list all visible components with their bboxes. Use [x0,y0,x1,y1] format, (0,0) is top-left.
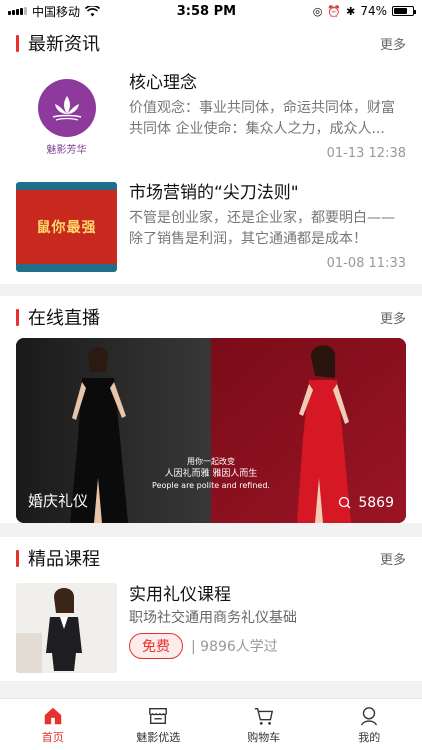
news-item[interactable]: 魅影芳华 核心理念 价值观念：事业共同体，命运共同体，财富共同体 企业使命：集众… [16,64,406,174]
tab-profile[interactable]: 我的 [317,699,422,750]
title-accent-bar [16,308,19,326]
cart-icon [254,707,273,725]
status-left: 中国移动 [8,3,101,20]
caption-line1: 用你一起改变 [187,457,235,466]
section-title: 最新资讯 [16,30,100,56]
battery-icon [391,6,416,16]
tab-label: 购物车 [247,730,281,744]
news-body: 核心理念 价值观念：事业共同体，命运共同体，财富共同体 企业使命：集众人之力，成… [129,72,406,162]
section-title: 在线直播 [16,304,100,330]
courses-header: 精品课程 更多 [16,537,406,579]
battery-percent: 74% [360,4,387,18]
news-section: 最新资讯 更多 魅影芳华 核心理念 价值观念：事业共同体，命运共同体，财富共同体… [0,22,422,284]
title-accent-bar [16,34,19,52]
live-header: 在线直播 更多 [16,296,406,338]
main-scroll[interactable]: 最新资讯 更多 魅影芳华 核心理念 价值观念：事业共同体，命运共同体，财富共同体… [0,22,422,698]
live-viewer-count: 5869 [338,495,394,511]
status-right: ◎ ⏰ ✱ 74% [312,4,416,18]
courses-title: 精品课程 [28,549,100,570]
thumb-logo-text: 魅影芳华 [46,144,87,156]
location-icon: ◎ [312,4,323,18]
news-thumbnail: 鼠你最强 [16,182,117,272]
tab-label: 我的 [358,730,381,744]
news-item[interactable]: 鼠你最强 市场营销的“尖刀法则" 不管是创业家，还是企业家，都要明白——除了销售… [16,174,406,284]
section-title: 精品课程 [16,545,100,571]
learner-count: | 9896人学过 [191,639,278,655]
course-meta: 免费 | 9896人学过 [129,633,406,659]
alarm-icon: ⏰ [327,4,342,18]
news-header: 最新资讯 更多 [16,22,406,64]
courses-more-link[interactable]: 更多 [380,549,406,568]
home-icon [44,707,61,724]
news-more-link[interactable]: 更多 [380,34,406,53]
caption-line3: People are polite and refined. [152,481,270,490]
free-badge: 免费 [129,633,183,659]
business-woman-image [16,583,117,673]
course-body: 实用礼仪课程 职场社交通用商务礼仪基础 免费 | 9896人学过 [129,583,406,673]
course-thumbnail [16,583,117,673]
live-title: 在线直播 [28,308,100,329]
bluetooth-icon: ✱ [346,4,356,18]
news-title: 最新资讯 [28,34,100,55]
thumb-banner-text: 鼠你最强 [36,220,97,236]
viewer-count-value: 5869 [358,495,394,511]
lotus-logo-icon [37,78,96,137]
live-caption: 用你一起改变 人因礼而雅 雅因人而生 People are polite and… [152,456,270,492]
store-icon [149,707,168,724]
caption-line2: 人因礼而雅 雅因人而生 [164,469,258,479]
title-accent-bar [16,549,19,567]
signal-icon [8,7,27,15]
live-label: 婚庆礼仪 [28,492,89,510]
news-thumbnail: 魅影芳华 [16,72,117,162]
tab-bar: 首页 魅影优选 购物车 我的 [0,698,422,750]
news-item-title: 市场营销的“尖刀法则" [129,183,299,203]
tab-label: 首页 [41,730,64,744]
course-subtitle: 职场社交通用商务礼仪基础 [129,610,297,626]
course-title: 实用礼仪课程 [129,585,231,605]
live-card[interactable]: 用你一起改变 人因礼而雅 雅因人而生 People are polite and… [16,338,406,523]
tab-cart[interactable]: 购物车 [211,699,317,750]
wifi-icon [85,5,101,16]
news-body: 市场营销的“尖刀法则" 不管是创业家，还是企业家，都要明白——除了销售是利润，其… [129,182,406,272]
course-item[interactable]: 实用礼仪课程 职场社交通用商务礼仪基础 免费 | 9896人学过 [16,579,406,681]
tab-home[interactable]: 首页 [0,699,106,750]
courses-section: 精品课程 更多 实用礼仪课程 职场社交通用商务礼仪基础 免费 | 9896人学过 [0,537,422,681]
news-item-time: 01-13 12:38 [326,146,406,161]
chat-icon [339,496,351,509]
news-item-time: 01-08 11:33 [326,256,406,271]
status-time: 3:58 PM [176,3,237,19]
status-bar: 中国移动 3:58 PM ◎ ⏰ ✱ 74% [0,0,422,22]
tab-store[interactable]: 魅影优选 [106,699,212,750]
news-item-desc: 价值观念：事业共同体，命运共同体，财富共同体 企业使命：集众人之力，成众人... [129,100,395,137]
user-icon [361,706,378,726]
carrier-label: 中国移动 [32,4,81,19]
tab-label: 魅影优选 [136,730,181,744]
live-section: 在线直播 更多 用你一起改变 人因礼而雅 雅因人而生 People are po… [0,296,422,523]
live-more-link[interactable]: 更多 [380,308,406,327]
news-item-desc: 不管是创业家，还是企业家，都要明白——除了销售是利润，其它通通都是成本！ [129,210,395,247]
news-item-title: 核心理念 [129,73,197,93]
